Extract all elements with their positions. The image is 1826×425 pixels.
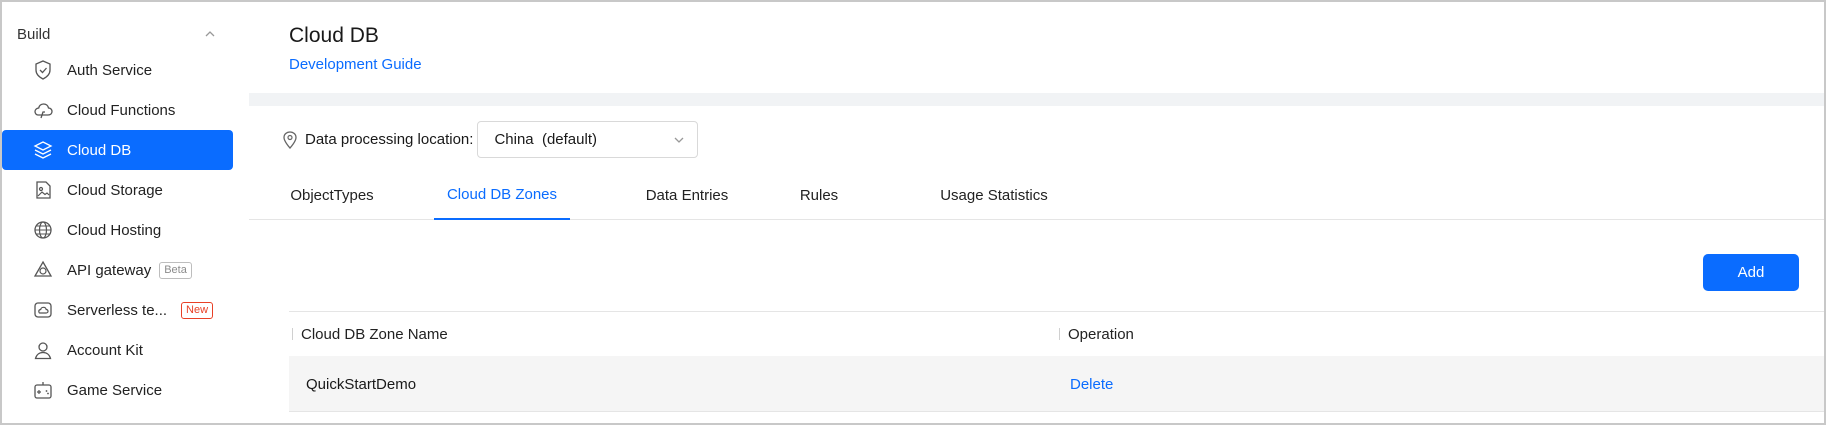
table-header: Cloud DB Zone Name Operation bbox=[289, 312, 1826, 356]
gateway-icon bbox=[32, 259, 54, 281]
sidebar-item-label: Game Service bbox=[67, 381, 163, 399]
data-location-row: Data processing location: China (default… bbox=[281, 121, 699, 158]
serverless-cloud-icon bbox=[32, 299, 54, 321]
sidebar-item-label: Cloud Storage bbox=[67, 181, 163, 199]
sidebar-item-label: Cloud Hosting bbox=[67, 221, 162, 239]
new-badge: New bbox=[181, 301, 214, 319]
column-separator bbox=[292, 328, 293, 340]
column-header-operation: Operation bbox=[1059, 312, 1134, 356]
database-layers-icon bbox=[32, 139, 54, 161]
location-selected-value: China (default) bbox=[494, 131, 597, 148]
content-panel: Data processing location: China (default… bbox=[249, 106, 1826, 425]
column-header-zone-name: Cloud DB Zone Name bbox=[292, 312, 448, 356]
sidebar-item-auth-service[interactable]: Auth Service bbox=[2, 50, 233, 90]
sidebar-item-cloud-hosting[interactable]: Cloud Hosting bbox=[2, 210, 233, 250]
location-label: Data processing location: bbox=[305, 131, 474, 148]
column-header-label: Operation bbox=[1068, 325, 1134, 343]
sidebar-item-label: Serverless te... bbox=[67, 301, 168, 319]
chevron-up-icon bbox=[205, 31, 215, 37]
gamepad-icon bbox=[32, 379, 54, 401]
table-row: QuickStartDemo Delete bbox=[289, 356, 1826, 412]
sidebar: Build Auth Service Cloud Functions Cloud… bbox=[0, 0, 249, 425]
sidebar-item-api-gateway[interactable]: API gateway Beta bbox=[2, 250, 233, 290]
development-guide-link[interactable]: Development Guide bbox=[289, 56, 1826, 73]
location-select[interactable]: China (default) bbox=[477, 121, 699, 158]
tab-rules[interactable]: Rules bbox=[789, 170, 849, 220]
storage-image-icon bbox=[32, 179, 54, 201]
page-title: Cloud DB bbox=[289, 24, 379, 47]
cloud-db-zones-table: Cloud DB Zone Name Operation QuickStartD… bbox=[289, 311, 1826, 412]
delete-link[interactable]: Delete bbox=[1070, 356, 1113, 412]
location-pin-icon bbox=[283, 130, 297, 149]
sidebar-item-label: Account Kit bbox=[67, 341, 143, 359]
sidebar-item-label: API gateway bbox=[67, 261, 152, 279]
sidebar-item-label: Cloud DB bbox=[67, 141, 132, 159]
tab-objecttypes[interactable]: ObjectTypes bbox=[282, 170, 382, 220]
sidebar-item-cloud-storage[interactable]: Cloud Storage bbox=[2, 170, 233, 210]
sidebar-item-serverless[interactable]: Serverless te... New bbox=[2, 290, 233, 330]
globe-icon bbox=[32, 219, 54, 241]
sidebar-item-game-service[interactable]: Game Service bbox=[2, 370, 233, 410]
column-separator bbox=[1059, 328, 1060, 340]
tab-data-entries[interactable]: Data Entries bbox=[637, 170, 737, 220]
chevron-down-icon bbox=[674, 137, 684, 143]
tab-bar: ObjectTypes Cloud DB Zones Data Entries … bbox=[249, 170, 1826, 220]
beta-badge: Beta bbox=[159, 261, 192, 279]
sidebar-item-label: Cloud Functions bbox=[67, 101, 176, 119]
tab-cloud-db-zones[interactable]: Cloud DB Zones bbox=[434, 170, 570, 220]
user-icon bbox=[32, 339, 54, 361]
sidebar-group-label: Build bbox=[17, 25, 51, 43]
sidebar-item-label: Auth Service bbox=[67, 61, 153, 79]
column-header-label: Cloud DB Zone Name bbox=[301, 325, 448, 343]
sidebar-group-build[interactable]: Build bbox=[0, 18, 249, 50]
zone-name-cell: QuickStartDemo bbox=[306, 375, 417, 393]
shield-icon bbox=[32, 59, 54, 81]
page-header: Cloud DB Development Guide bbox=[249, 0, 1826, 93]
sidebar-item-cloud-functions[interactable]: Cloud Functions bbox=[2, 90, 233, 130]
sidebar-item-cloud-db[interactable]: Cloud DB bbox=[2, 130, 233, 170]
tab-usage-statistics[interactable]: Usage Statistics bbox=[929, 170, 1059, 220]
cloud-functions-icon bbox=[32, 99, 54, 121]
sidebar-item-account-kit[interactable]: Account Kit bbox=[2, 330, 233, 370]
add-button[interactable]: Add bbox=[1703, 254, 1799, 291]
